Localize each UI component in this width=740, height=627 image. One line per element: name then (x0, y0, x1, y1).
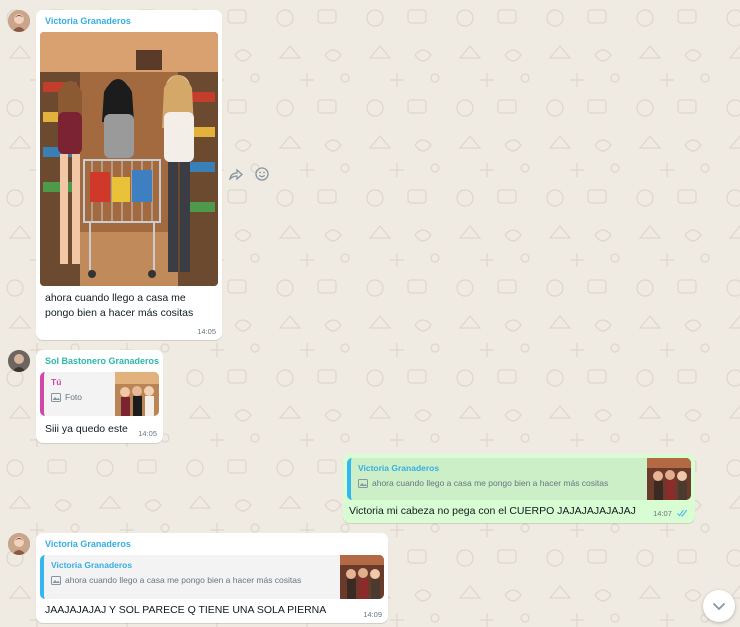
message-time: 14:05 (197, 327, 216, 336)
message-text: Victoria mi cabeza no pega con el CUERPO… (349, 505, 636, 517)
message-time: 14:05 (138, 429, 157, 438)
message-caption: ahora cuando llego a casa me pongo bien … (45, 291, 193, 321)
quote-thumbnail (115, 372, 159, 416)
message-time: 14:09 (363, 610, 382, 619)
quoted-message[interactable]: Tú Foto (40, 372, 159, 416)
quoted-message[interactable]: Victoria Granaderos ahora cuando llego a… (40, 555, 384, 599)
victoria-avatar[interactable] (8, 533, 30, 555)
quote-author: Tú (51, 377, 62, 387)
read-ticks-icon (677, 509, 688, 517)
sol-avatar[interactable] (8, 350, 30, 372)
quote-text: ahora cuando llego a casa me pongo bien … (65, 575, 302, 585)
emoji-icon[interactable] (253, 165, 271, 183)
sender-name[interactable]: Victoria Granaderos (45, 539, 131, 549)
quote-thumbnail (647, 458, 691, 500)
quote-text: Foto (65, 392, 83, 402)
scroll-to-bottom-button[interactable] (703, 590, 735, 622)
victoria-avatar[interactable] (8, 10, 30, 32)
quoted-message[interactable]: Victoria Granaderos ahora cuando llego a… (347, 458, 691, 500)
reply-message-bubble[interactable]: Victoria Granaderos Victoria Granaderos … (36, 533, 388, 623)
photo-icon (358, 478, 368, 488)
chevron-down-icon (712, 602, 726, 610)
quote-content: Foto (51, 392, 82, 402)
photo-icon (51, 392, 61, 402)
quote-thumbnail (340, 555, 384, 599)
message-photo[interactable] (40, 32, 218, 286)
caption-line: ahora cuando llego a casa me (45, 292, 186, 304)
message-text: Siii ya quedo este (45, 423, 128, 435)
quote-author: Victoria Granaderos (358, 463, 440, 473)
message-time-status: 14:07 (653, 509, 689, 518)
quote-content: ahora cuando llego a casa me pongo bien … (358, 478, 608, 488)
message-hover-actions (227, 165, 271, 183)
message-text: JAAJAJAJAJ Y SOL PARECE Q TIENE UNA SOLA… (45, 604, 327, 616)
quote-content: ahora cuando llego a casa me pongo bien … (51, 575, 301, 585)
image-message-bubble[interactable]: Victoria Granaderos ahora cuando llego a… (36, 10, 222, 340)
sender-name[interactable]: Sol Bastonero Granaderos (45, 356, 159, 366)
caption-line: pongo bien a hacer más cositas (45, 307, 194, 319)
message-time: 14:07 (653, 509, 672, 518)
quote-author: Victoria Granaderos (51, 560, 133, 570)
quote-text: ahora cuando llego a casa me pongo bien … (372, 478, 609, 488)
reply-message-bubble[interactable]: Sol Bastonero Granaderos Tú Foto Siii ya… (36, 350, 163, 443)
photo-icon (51, 575, 61, 585)
outgoing-message-bubble[interactable]: Victoria Granaderos ahora cuando llego a… (343, 454, 695, 523)
forward-icon[interactable] (227, 165, 245, 183)
sender-name[interactable]: Victoria Granaderos (45, 16, 131, 26)
